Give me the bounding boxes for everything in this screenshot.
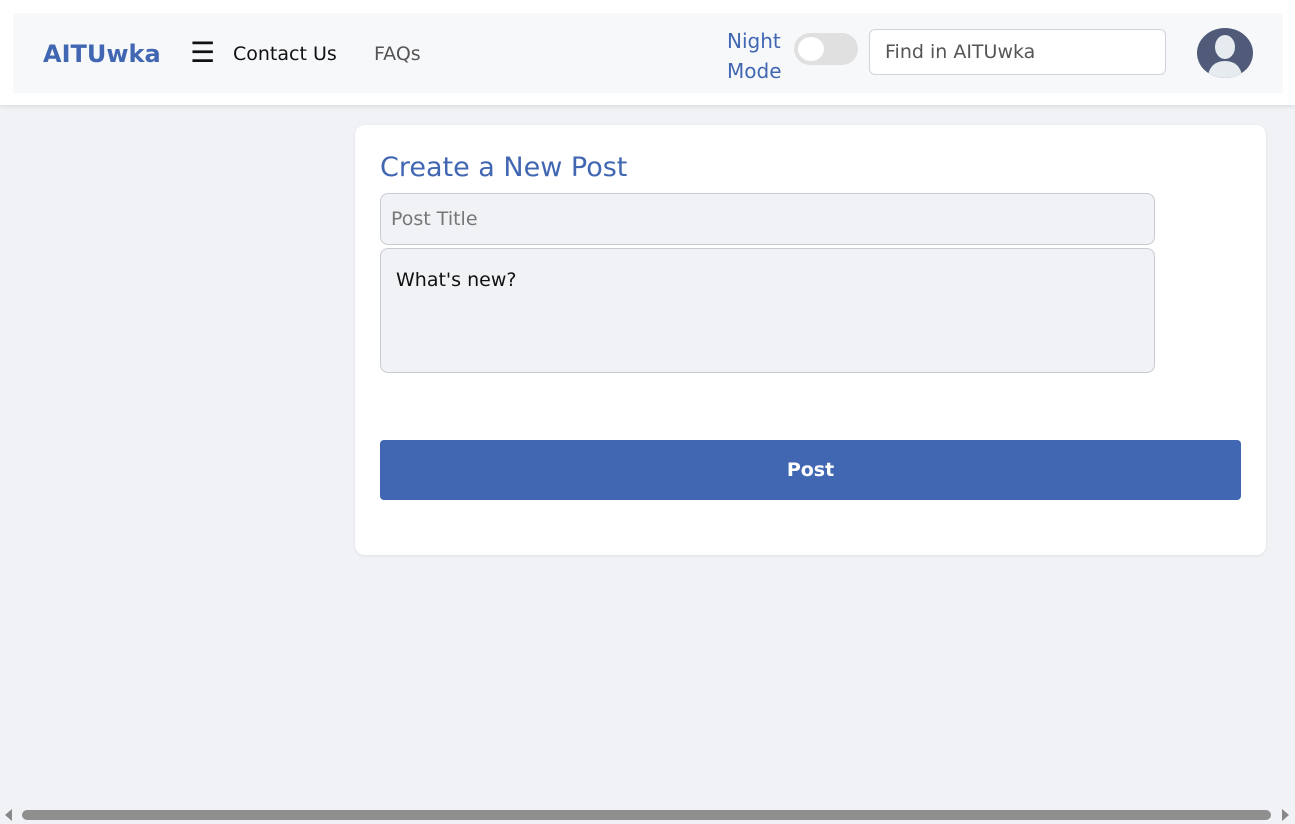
hamburger-icon[interactable]: ☰: [190, 39, 215, 67]
night-mode-label-line1: Night: [727, 29, 781, 53]
user-avatar-icon[interactable]: [1196, 28, 1254, 78]
search-input[interactable]: [869, 29, 1166, 75]
header-bar: AITUwka ☰ Contact Us FAQs Night Mode: [0, 0, 1295, 105]
scroll-right-icon[interactable]: [1282, 809, 1289, 821]
night-mode-label-line2: Mode: [727, 59, 782, 83]
navbar: AITUwka ☰ Contact Us FAQs Night Mode: [13, 13, 1283, 93]
create-post-card: Create a New Post Post: [355, 125, 1266, 555]
scroll-left-icon[interactable]: [5, 809, 12, 821]
brand-logo-link[interactable]: AITUwka: [43, 40, 161, 68]
night-mode-label: Night Mode: [727, 26, 787, 86]
post-button[interactable]: Post: [380, 440, 1241, 500]
avatar-svg: [1197, 28, 1253, 78]
post-body-textarea[interactable]: [380, 248, 1155, 373]
nav-link-faqs[interactable]: FAQs: [374, 43, 421, 65]
scrollbar-thumb[interactable]: [22, 810, 1271, 820]
toggle-knob: [798, 37, 824, 61]
horizontal-scrollbar[interactable]: [0, 806, 1295, 824]
page-title: Create a New Post: [380, 152, 628, 183]
night-mode-toggle[interactable]: [794, 33, 858, 65]
post-title-input[interactable]: [380, 193, 1155, 245]
nav-link-contact-us[interactable]: Contact Us: [233, 43, 337, 65]
